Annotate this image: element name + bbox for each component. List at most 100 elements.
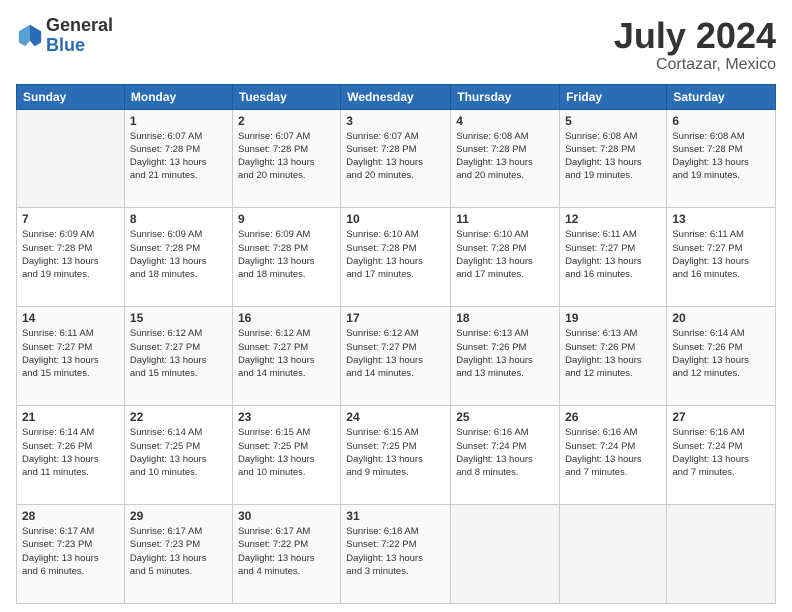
day-info: Sunrise: 6:08 AM Sunset: 7:28 PM Dayligh…	[672, 130, 770, 183]
day-info: Sunrise: 6:11 AM Sunset: 7:27 PM Dayligh…	[672, 228, 770, 281]
day-info: Sunrise: 6:07 AM Sunset: 7:28 PM Dayligh…	[238, 130, 335, 183]
day-number: 1	[130, 114, 227, 128]
day-info: Sunrise: 6:18 AM Sunset: 7:22 PM Dayligh…	[346, 525, 445, 578]
day-info: Sunrise: 6:09 AM Sunset: 7:28 PM Dayligh…	[22, 228, 119, 281]
calendar-cell: 22Sunrise: 6:14 AM Sunset: 7:25 PM Dayli…	[124, 406, 232, 505]
header-friday: Friday	[560, 84, 667, 109]
day-info: Sunrise: 6:11 AM Sunset: 7:27 PM Dayligh…	[22, 327, 119, 380]
day-info: Sunrise: 6:10 AM Sunset: 7:28 PM Dayligh…	[346, 228, 445, 281]
day-number: 9	[238, 212, 335, 226]
day-number: 4	[456, 114, 554, 128]
day-info: Sunrise: 6:08 AM Sunset: 7:28 PM Dayligh…	[456, 130, 554, 183]
calendar-cell	[560, 505, 667, 604]
header-sunday: Sunday	[17, 84, 125, 109]
calendar-cell: 6 Sunrise: 6:08 AM Sunset: 7:28 PM Daylig…	[667, 109, 776, 208]
day-number: 30	[238, 509, 335, 523]
calendar-cell	[17, 109, 125, 208]
day-number: 29	[130, 509, 227, 523]
calendar-cell: 4 Sunrise: 6:08 AM Sunset: 7:28 PM Daylig…	[451, 109, 560, 208]
day-info: Sunrise: 6:12 AM Sunset: 7:27 PM Dayligh…	[346, 327, 445, 380]
day-number: 27	[672, 410, 770, 424]
day-number: 16	[238, 311, 335, 325]
header-row: Sunday Monday Tuesday Wednesday Thursday…	[17, 84, 776, 109]
day-number: 19	[565, 311, 661, 325]
day-number: 21	[22, 410, 119, 424]
title-block: July 2024 Cortazar, Mexico	[614, 16, 776, 74]
calendar-week-1: 7 Sunrise: 6:09 AM Sunset: 7:28 PM Daylig…	[17, 208, 776, 307]
logo-blue-text: Blue	[46, 36, 113, 56]
day-info: Sunrise: 6:14 AM Sunset: 7:26 PM Dayligh…	[22, 426, 119, 479]
calendar-cell: 20Sunrise: 6:14 AM Sunset: 7:26 PM Dayli…	[667, 307, 776, 406]
day-number: 31	[346, 509, 445, 523]
day-number: 25	[456, 410, 554, 424]
day-info: Sunrise: 6:07 AM Sunset: 7:28 PM Dayligh…	[130, 130, 227, 183]
calendar-week-3: 21 Sunrise: 6:14 AM Sunset: 7:26 PM Dayli…	[17, 406, 776, 505]
day-info: Sunrise: 6:16 AM Sunset: 7:24 PM Dayligh…	[456, 426, 554, 479]
header-thursday: Thursday	[451, 84, 560, 109]
header-monday: Monday	[124, 84, 232, 109]
header-saturday: Saturday	[667, 84, 776, 109]
day-number: 23	[238, 410, 335, 424]
day-info: Sunrise: 6:09 AM Sunset: 7:28 PM Dayligh…	[238, 228, 335, 281]
calendar-body: 1 Sunrise: 6:07 AM Sunset: 7:28 PM Daylig…	[17, 109, 776, 603]
calendar-cell	[451, 505, 560, 604]
day-info: Sunrise: 6:09 AM Sunset: 7:28 PM Dayligh…	[130, 228, 227, 281]
calendar-cell: 25 Sunrise: 6:16 AM Sunset: 7:24 PM Dayli…	[451, 406, 560, 505]
calendar: Sunday Monday Tuesday Wednesday Thursday…	[16, 84, 776, 604]
calendar-cell: 27Sunrise: 6:16 AM Sunset: 7:24 PM Dayli…	[667, 406, 776, 505]
logo-text: General Blue	[46, 16, 113, 56]
calendar-cell: 19 Sunrise: 6:13 AM Sunset: 7:26 PM Dayli…	[560, 307, 667, 406]
day-info: Sunrise: 6:16 AM Sunset: 7:24 PM Dayligh…	[565, 426, 661, 479]
calendar-week-0: 1 Sunrise: 6:07 AM Sunset: 7:28 PM Daylig…	[17, 109, 776, 208]
logo: General Blue	[16, 16, 113, 56]
day-info: Sunrise: 6:13 AM Sunset: 7:26 PM Dayligh…	[565, 327, 661, 380]
page: General Blue July 2024 Cortazar, Mexico …	[0, 0, 792, 612]
day-number: 17	[346, 311, 445, 325]
day-info: Sunrise: 6:15 AM Sunset: 7:25 PM Dayligh…	[238, 426, 335, 479]
day-info: Sunrise: 6:13 AM Sunset: 7:26 PM Dayligh…	[456, 327, 554, 380]
day-number: 14	[22, 311, 119, 325]
header-wednesday: Wednesday	[341, 84, 451, 109]
calendar-cell: 30Sunrise: 6:17 AM Sunset: 7:22 PM Dayli…	[232, 505, 340, 604]
calendar-cell: 28Sunrise: 6:17 AM Sunset: 7:23 PM Dayli…	[17, 505, 125, 604]
calendar-cell: 24 Sunrise: 6:15 AM Sunset: 7:25 PM Dayli…	[341, 406, 451, 505]
calendar-cell: 8Sunrise: 6:09 AM Sunset: 7:28 PM Daylig…	[124, 208, 232, 307]
calendar-cell: 31 Sunrise: 6:18 AM Sunset: 7:22 PM Dayli…	[341, 505, 451, 604]
day-info: Sunrise: 6:10 AM Sunset: 7:28 PM Dayligh…	[456, 228, 554, 281]
calendar-week-4: 28Sunrise: 6:17 AM Sunset: 7:23 PM Dayli…	[17, 505, 776, 604]
calendar-cell: 18 Sunrise: 6:13 AM Sunset: 7:26 PM Dayli…	[451, 307, 560, 406]
calendar-cell: 23 Sunrise: 6:15 AM Sunset: 7:25 PM Dayli…	[232, 406, 340, 505]
day-number: 13	[672, 212, 770, 226]
day-number: 12	[565, 212, 661, 226]
day-info: Sunrise: 6:14 AM Sunset: 7:25 PM Dayligh…	[130, 426, 227, 479]
calendar-cell: 21 Sunrise: 6:14 AM Sunset: 7:26 PM Dayli…	[17, 406, 125, 505]
logo-general-text: General	[46, 16, 113, 36]
day-info: Sunrise: 6:07 AM Sunset: 7:28 PM Dayligh…	[346, 130, 445, 183]
day-number: 15	[130, 311, 227, 325]
calendar-cell: 7 Sunrise: 6:09 AM Sunset: 7:28 PM Daylig…	[17, 208, 125, 307]
day-number: 11	[456, 212, 554, 226]
day-number: 18	[456, 311, 554, 325]
calendar-cell: 13 Sunrise: 6:11 AM Sunset: 7:27 PM Dayli…	[667, 208, 776, 307]
month-year: July 2024	[614, 16, 776, 56]
calendar-cell: 15Sunrise: 6:12 AM Sunset: 7:27 PM Dayli…	[124, 307, 232, 406]
calendar-cell: 1 Sunrise: 6:07 AM Sunset: 7:28 PM Daylig…	[124, 109, 232, 208]
logo-icon	[16, 22, 44, 50]
day-info: Sunrise: 6:15 AM Sunset: 7:25 PM Dayligh…	[346, 426, 445, 479]
day-number: 24	[346, 410, 445, 424]
calendar-cell: 26 Sunrise: 6:16 AM Sunset: 7:24 PM Dayli…	[560, 406, 667, 505]
calendar-cell: 12Sunrise: 6:11 AM Sunset: 7:27 PM Dayli…	[560, 208, 667, 307]
calendar-cell: 2Sunrise: 6:07 AM Sunset: 7:28 PM Daylig…	[232, 109, 340, 208]
day-number: 6	[672, 114, 770, 128]
day-number: 26	[565, 410, 661, 424]
calendar-cell: 16Sunrise: 6:12 AM Sunset: 7:27 PM Dayli…	[232, 307, 340, 406]
calendar-cell: 11 Sunrise: 6:10 AM Sunset: 7:28 PM Dayli…	[451, 208, 560, 307]
header: General Blue July 2024 Cortazar, Mexico	[16, 16, 776, 74]
day-info: Sunrise: 6:17 AM Sunset: 7:23 PM Dayligh…	[130, 525, 227, 578]
calendar-cell: 3Sunrise: 6:07 AM Sunset: 7:28 PM Daylig…	[341, 109, 451, 208]
calendar-cell: 29 Sunrise: 6:17 AM Sunset: 7:23 PM Dayli…	[124, 505, 232, 604]
calendar-cell: 9 Sunrise: 6:09 AM Sunset: 7:28 PM Daylig…	[232, 208, 340, 307]
calendar-week-2: 14 Sunrise: 6:11 AM Sunset: 7:27 PM Dayli…	[17, 307, 776, 406]
day-number: 10	[346, 212, 445, 226]
day-number: 7	[22, 212, 119, 226]
